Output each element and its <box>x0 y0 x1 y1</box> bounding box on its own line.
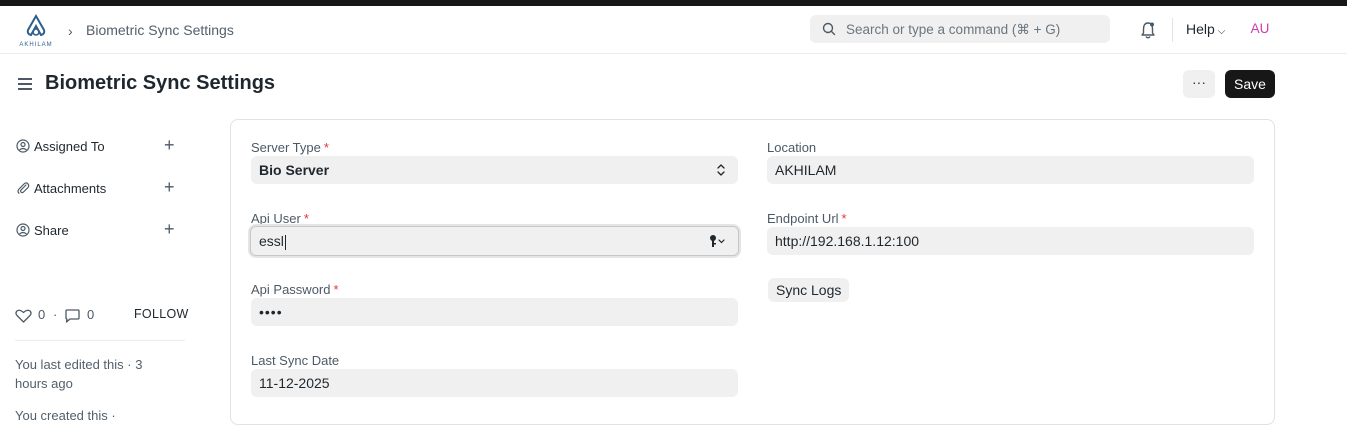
api-password-field: Api Password * •••• <box>251 282 738 330</box>
field-label: Api User * <box>251 211 309 226</box>
field-label: Server Type * <box>251 140 329 155</box>
sidebar-item-label: Share <box>34 223 69 238</box>
server-type-value: Bio Server <box>259 162 330 178</box>
logo-text: AKHILAM <box>19 42 53 48</box>
sidebar-item-assigned-to[interactable]: Assigned To + <box>16 135 186 158</box>
help-label: Help <box>1186 21 1215 37</box>
navbar-divider <box>1172 18 1173 42</box>
comment-count: 0 <box>87 307 95 322</box>
search-input[interactable] <box>846 15 1104 43</box>
app-logo[interactable]: AKHILAM <box>16 14 56 52</box>
endpoint-url-field: Endpoint Url * http://192.168.1.12:100 <box>767 211 1254 259</box>
api-password-input[interactable]: •••• <box>251 298 738 326</box>
last-edited-text: You last edited this · 3 hours ago <box>15 357 143 391</box>
follow-button[interactable]: FOLLOW <box>134 307 189 321</box>
avatar[interactable]: AU <box>1246 17 1274 41</box>
api-user-field: Api User * essl <box>250 211 739 259</box>
separator: · <box>53 307 58 322</box>
sync-logs-button[interactable]: Sync Logs <box>768 278 850 302</box>
breadcrumb-chevron-icon: › <box>68 23 73 39</box>
endpoint-url-input[interactable]: http://192.168.1.12:100 <box>767 227 1254 255</box>
share-user-icon <box>16 223 30 237</box>
server-type-field: Server Type * Bio Server <box>251 140 738 188</box>
sidebar-item-label: Attachments <box>34 181 107 196</box>
search-bar[interactable] <box>810 15 1110 43</box>
sidebar-item-label: Assigned To <box>34 139 105 154</box>
field-label: Api Password * <box>251 282 339 297</box>
select-arrows-icon <box>717 164 725 176</box>
location-field: Location AKHILAM <box>767 140 1254 188</box>
last-sync-date-field: Last Sync Date 11-12-2025 <box>251 353 738 401</box>
server-type-select[interactable]: Bio Server <box>251 156 738 184</box>
like-count: 0 <box>38 307 46 322</box>
field-label: Location <box>767 140 817 155</box>
navbar: AKHILAM › Biometric Sync Settings Help⌵ … <box>0 6 1347 54</box>
notification-bell-icon[interactable] <box>1139 20 1157 40</box>
api-user-input[interactable]: essl <box>250 226 739 256</box>
field-label: Last Sync Date <box>251 353 340 368</box>
password-manager-key-icon[interactable] <box>708 234 728 248</box>
page-header: Biometric Sync Settings ··· Save <box>0 54 1347 114</box>
add-attachment-icon[interactable]: + <box>164 177 175 198</box>
sidebar-item-share[interactable]: Share + <box>16 219 186 242</box>
field-label: Endpoint Url * <box>767 211 847 226</box>
location-input[interactable]: AKHILAM <box>767 156 1254 184</box>
page-title: Biometric Sync Settings <box>45 72 276 94</box>
sidebar-divider <box>15 340 185 341</box>
search-icon <box>822 22 836 36</box>
last-sync-date-input[interactable]: 11-12-2025 <box>251 369 738 397</box>
assign-user-icon <box>16 139 30 153</box>
add-assignee-icon[interactable]: + <box>164 135 175 156</box>
breadcrumb[interactable]: Biometric Sync Settings <box>86 22 234 38</box>
like-heart-icon[interactable] <box>15 309 32 323</box>
engagement-row: 0 · 0 FOLLOW <box>15 307 190 325</box>
chevron-down-icon: ⌵ <box>1217 26 1226 37</box>
api-user-value: essl <box>259 233 284 249</box>
comment-icon[interactable] <box>64 309 81 323</box>
sidebar-item-attachments[interactable]: Attachments + <box>16 177 186 200</box>
sidebar-toggle-icon[interactable] <box>18 78 32 90</box>
add-share-icon[interactable]: + <box>164 219 175 240</box>
paperclip-icon <box>17 182 30 194</box>
more-actions-button[interactable]: ··· <box>1183 70 1215 98</box>
help-menu[interactable]: Help ⌵ <box>1186 21 1225 37</box>
save-button[interactable]: Save <box>1225 70 1275 98</box>
created-text: You created this · <box>15 408 116 423</box>
form-card: Server Type * Bio Server Api User * essl A… <box>230 119 1275 425</box>
logo-icon <box>26 14 46 37</box>
